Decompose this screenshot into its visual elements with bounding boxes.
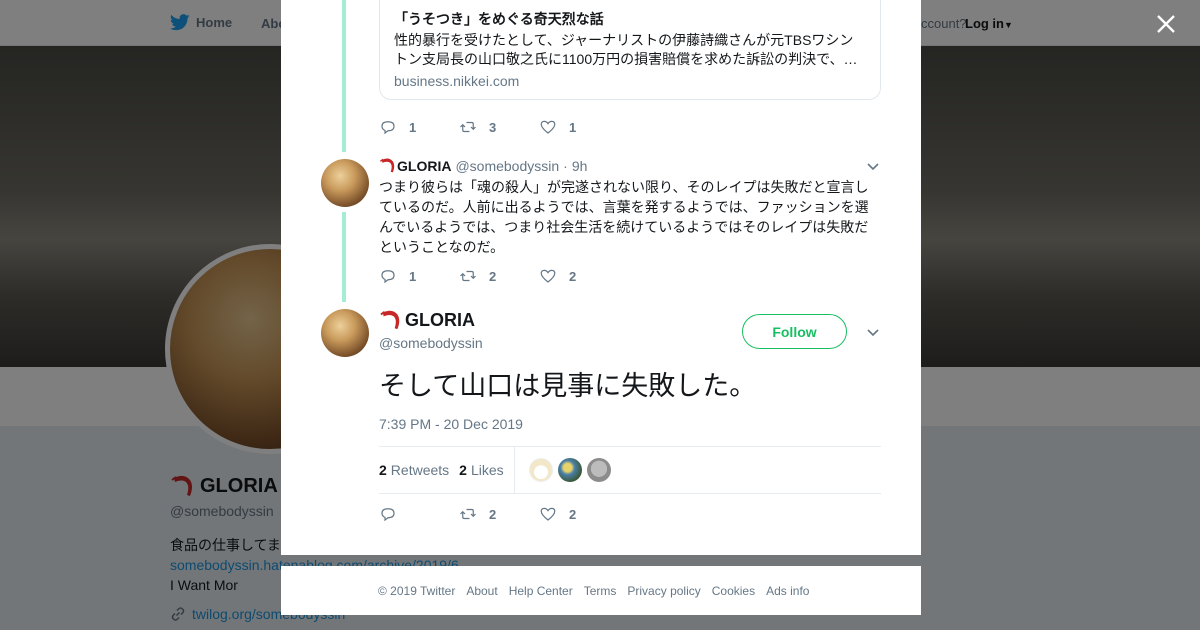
footer-link-about[interactable]: About — [466, 584, 497, 598]
retweets-stat-label: Retweets — [390, 462, 450, 478]
link-card-description: 性的暴行を受けたとして、ジャーナリストの伊藤詩織さんが元TBSワシントン支局長の… — [394, 32, 858, 67]
tweet-text: つまり彼らは「魂の殺人」が完遂されない限り、そのレイプは失敗だと宣言しているのだ… — [379, 179, 869, 255]
likes-stat[interactable]: 2 Likes — [459, 462, 503, 478]
retweet-icon — [460, 270, 476, 282]
main-tweet-author-handle[interactable]: @somebodyssin — [379, 335, 483, 351]
likes-stat-label: Likes — [470, 462, 504, 478]
tweet-stats: 2 Retweets 2 Likes — [379, 446, 881, 494]
reply-icon — [381, 508, 395, 522]
heart-icon — [540, 269, 556, 283]
tweet-actions: 2 2 — [379, 505, 619, 523]
like-count: 2 — [569, 268, 577, 284]
avatar[interactable] — [321, 159, 369, 207]
link-card-domain: business.nikkei.com — [394, 73, 520, 89]
thread-line — [342, 0, 346, 152]
avatar[interactable] — [321, 309, 369, 357]
reply-button[interactable]: 1 — [379, 267, 459, 285]
thread-line — [342, 212, 346, 302]
main-tweet-author-name[interactable]: GLORIA — [379, 309, 475, 331]
link-card-title: 「うそつき」をめぐる奇天烈な話 — [394, 11, 604, 27]
retweets-stat[interactable]: 2 Retweets — [379, 462, 449, 478]
footer-link-terms[interactable]: Terms — [584, 584, 617, 598]
main-tweet-date: 7:39 PM - 20 Dec 2019 — [379, 416, 523, 432]
reply-count: 1 — [409, 119, 417, 135]
retweet-button[interactable]: 3 — [459, 118, 539, 136]
liker-avatar[interactable] — [586, 458, 611, 482]
reply-button[interactable]: 1 — [379, 118, 459, 136]
retweet-button[interactable]: 2 — [459, 267, 539, 285]
reply-icon — [381, 270, 395, 284]
reply-icon — [381, 121, 395, 135]
tweet-actions: 1 3 1 — [379, 118, 619, 136]
close-button[interactable] — [1154, 12, 1178, 36]
divider — [513, 446, 515, 494]
likes-stat-count: 2 — [459, 462, 467, 478]
retweets-stat-count: 2 — [379, 462, 387, 478]
like-count: 2 — [569, 506, 577, 522]
tweet-timestamp[interactable]: 9h — [572, 158, 588, 174]
footer-copyright: © 2019 Twitter — [378, 583, 456, 598]
liker-avatar[interactable] — [557, 458, 582, 482]
modal-footer: © 2019 Twitter About Help Center Terms P… — [281, 566, 921, 615]
retweet-count: 2 — [489, 506, 497, 522]
heart-icon — [540, 120, 556, 134]
liker-avatar-cat[interactable] — [528, 458, 553, 482]
tweet-header: GLORIA @somebodyssin · 9h — [379, 157, 587, 174]
main-tweet-text: そして山口は見事に失敗した。 — [379, 371, 757, 401]
shrimp-icon — [380, 310, 400, 330]
like-count: 1 — [569, 119, 577, 135]
retweet-count: 2 — [489, 268, 497, 284]
follow-button[interactable]: Follow — [742, 314, 847, 349]
link-card[interactable]: 「うそつき」をめぐる奇天烈な話 性的暴行を受けたとして、ジャーナリストの伊藤詩織… — [379, 0, 881, 100]
chevron-down-icon[interactable] — [865, 158, 881, 174]
tweet-actions: 1 2 2 — [379, 267, 619, 285]
reply-count: 1 — [409, 268, 417, 284]
shrimp-icon — [379, 158, 395, 173]
main-tweet-name-text: GLORIA — [405, 309, 475, 330]
retweet-icon — [460, 508, 476, 520]
footer-link-privacy[interactable]: Privacy policy — [627, 584, 700, 598]
footer-link-ads-info[interactable]: Ads info — [766, 584, 809, 598]
like-button[interactable]: 2 — [539, 267, 619, 285]
separator-dot: · — [563, 157, 568, 174]
retweet-button[interactable]: 2 — [459, 505, 539, 523]
footer-link-help-center[interactable]: Help Center — [509, 584, 573, 598]
retweet-count: 3 — [489, 119, 497, 135]
tweet-author-name[interactable]: GLORIA — [397, 158, 451, 174]
retweet-icon — [460, 121, 476, 133]
tweet-modal: 「うそつき」をめぐる奇天烈な話 性的暴行を受けたとして、ジャーナリストの伊藤詩織… — [281, 0, 921, 555]
chevron-down-icon[interactable] — [865, 324, 881, 340]
like-button[interactable]: 1 — [539, 118, 619, 136]
reply-button[interactable] — [379, 505, 459, 523]
tweet-author-handle[interactable]: @somebodyssin — [455, 158, 559, 174]
footer-link-cookies[interactable]: Cookies — [712, 584, 755, 598]
heart-icon — [540, 507, 556, 521]
like-button[interactable]: 2 — [539, 505, 619, 523]
close-icon — [1157, 15, 1175, 33]
